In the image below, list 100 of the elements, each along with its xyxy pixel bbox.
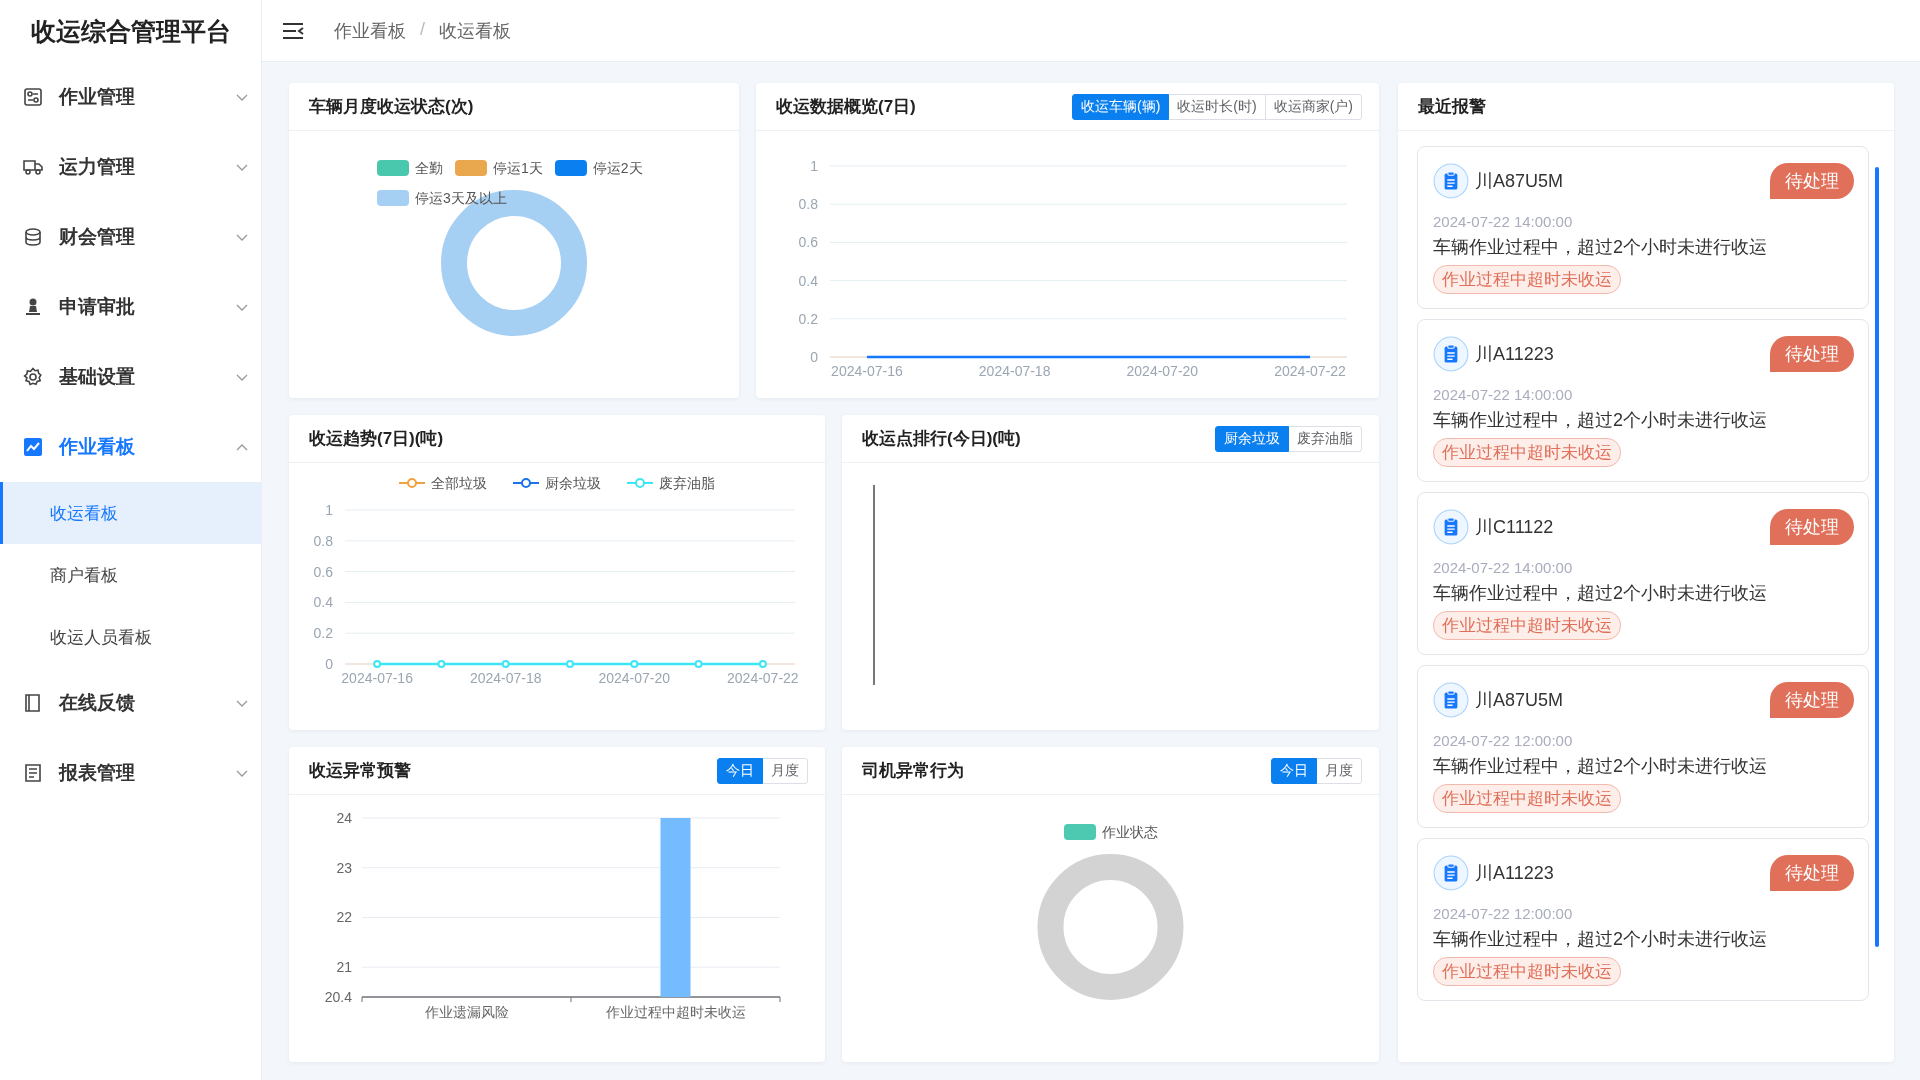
tab[interactable]: 收运时长(时) [1168,93,1266,120]
alert-card[interactable]: 川A11223 待处理 2024-07-22 12:00:00 车辆作业过程中，超过2个小时未进行收运 作业过程中超时未收运 [1417,838,1869,1001]
tab[interactable]: 月度 [762,757,808,784]
plate-number: 川A87U5M [1475,689,1564,712]
alert-time: 2024-07-22 12:00:00 [1433,905,1574,922]
legend-label: 停运1天 [493,159,543,178]
axis-label: 作业遗漏风险 [424,1004,509,1020]
axis-label: 0.6 [798,234,818,251]
card-title: 收运趋势(7日)(吨) [309,428,444,450]
submenu-item[interactable]: 收运人员看板 [0,606,261,668]
axis-label: 2024-07-20 [598,670,671,686]
axis-label: 0 [810,349,818,365]
alert-tag: 作业过程中超时未收运 [1433,611,1621,640]
alert-tag: 作业过程中超时未收运 [1433,784,1621,813]
clipboard-icon [1433,682,1469,718]
alert-time: 2024-07-22 14:00:00 [1433,386,1574,403]
alert-card[interactable]: 川C11122 待处理 2024-07-22 14:00:00 车辆作业过程中，超过2个小时未进行收运 作业过程中超时未收运 [1417,492,1869,655]
app-title: 收运综合管理平台 [29,15,232,47]
alert-message: 车辆作业过程中，超过2个小时未进行收运 [1433,928,1768,951]
submenu-item[interactable]: 收运看板 [0,482,261,544]
alert-message: 车辆作业过程中，超过2个小时未进行收运 [1433,409,1768,432]
plate-number: 川A87U5M [1475,170,1564,193]
axis-label: 2024-07-22 [1274,363,1346,379]
legend-label: 全部垃圾 [431,474,487,493]
card-title: 司机异常行为 [862,760,964,782]
alert-message: 车辆作业过程中，超过2个小时未进行收运 [1433,582,1768,605]
alert-message: 车辆作业过程中，超过2个小时未进行收运 [1433,755,1768,778]
clipboard-icon [1433,336,1469,372]
axis-label: 2024-07-22 [727,670,799,686]
alert-card[interactable]: 川A11223 待处理 2024-07-22 14:00:00 车辆作业过程中，超过2个小时未进行收运 作业过程中超时未收运 [1417,319,1869,482]
menu-item[interactable]: 财会管理 [0,202,261,272]
database-icon [23,227,43,247]
axis-label: 21 [336,959,352,976]
clipboard-icon [1433,509,1469,545]
axis-label: 1 [810,158,818,174]
tab[interactable]: 收运商家(户) [1264,93,1362,120]
axis-label: 0.2 [313,625,333,642]
axis-label: 1 [325,503,333,518]
tab[interactable]: 今日 [717,757,763,784]
alert-tag: 作业过程中超时未收运 [1433,265,1621,294]
clipboard-icon [1433,855,1469,891]
axis-label: 2024-07-16 [341,670,413,686]
breadcrumb-item[interactable]: 作业看板 [334,18,406,43]
legend-label: 全勤 [415,159,443,178]
menu-item[interactable]: 作业管理 [0,62,261,132]
clipboard-icon [1433,163,1469,199]
tab[interactable]: 厨余垃圾 [1215,425,1289,452]
axis-label: 0.4 [313,594,333,611]
axis-label: 2024-07-18 [978,363,1051,379]
axis-label: 作业过程中超时未收运 [605,1004,746,1020]
scrollbar[interactable] [1875,167,1879,947]
alert-card[interactable]: 川A87U5M 待处理 2024-07-22 14:00:00 车辆作业过程中，超过2个小时未进行收运 作业过程中超时未收运 [1417,146,1869,309]
menu-item[interactable]: 运力管理 [0,132,261,202]
legend-label: 停运2天 [592,159,643,178]
menu-item[interactable]: 报表管理 [0,738,261,808]
axis-label: 0.4 [798,272,818,289]
card-title: 收运异常预警 [309,760,411,782]
plate-number: 川A11223 [1475,862,1554,885]
card-title: 收运数据概览(7日) [776,96,916,118]
tab[interactable]: 收运车辆(辆) [1072,93,1170,120]
book-icon [23,693,43,713]
panel-icon [23,87,43,107]
chart-icon [23,437,43,457]
menu-item[interactable]: 基础设置 [0,342,261,412]
alert-tag: 作业过程中超时未收运 [1433,438,1621,467]
legend-label: 停运3天及以上 [415,189,507,208]
truck-icon [23,157,43,177]
card-title: 最近报警 [1418,96,1486,118]
person-icon [23,297,43,317]
axis-label: 0.6 [313,563,333,580]
axis-label: 2024-07-16 [831,363,903,379]
axis-label: 0.8 [313,532,333,549]
card-title: 车辆月度收运状态(次) [309,96,474,118]
plate-number: 川A11223 [1475,343,1554,366]
alert-card[interactable]: 川A87U5M 待处理 2024-07-22 12:00:00 车辆作业过程中，超过2个小时未进行收运 作业过程中超时未收运 [1417,665,1869,828]
breadcrumb-separator: / [420,18,425,41]
axis-label: 0.8 [798,196,818,213]
plate-number: 川C11122 [1475,516,1554,539]
alert-time: 2024-07-22 14:00:00 [1433,213,1574,230]
tab[interactable]: 今日 [1271,757,1317,784]
axis-label: 22 [336,909,352,926]
alert-tag: 作业过程中超时未收运 [1433,957,1621,986]
legend-label: 作业状态 [1101,823,1158,842]
menu-item[interactable]: 申请审批 [0,272,261,342]
alert-message: 车辆作业过程中，超过2个小时未进行收运 [1433,236,1768,259]
axis-label: 23 [336,859,352,876]
axis-label: 2024-07-20 [1126,363,1199,379]
axis-label: 2024-07-18 [469,670,542,686]
tab[interactable]: 废弃油脂 [1288,425,1362,452]
axis-label: 0 [325,656,333,672]
card-title: 收运点排行(今日)(吨) [862,428,1021,450]
submenu-item[interactable]: 商户看板 [0,544,261,606]
menu-icon[interactable] [282,21,304,40]
legend-label: 废弃油脂 [659,474,715,493]
tab[interactable]: 月度 [1316,757,1362,784]
menu-item[interactable]: 在线反馈 [0,668,261,738]
axis-label: 20.4 [324,989,352,1005]
breadcrumb-item[interactable]: 收运看板 [439,18,511,43]
document-icon [23,763,43,783]
menu-item[interactable]: 作业看板 [0,412,261,482]
